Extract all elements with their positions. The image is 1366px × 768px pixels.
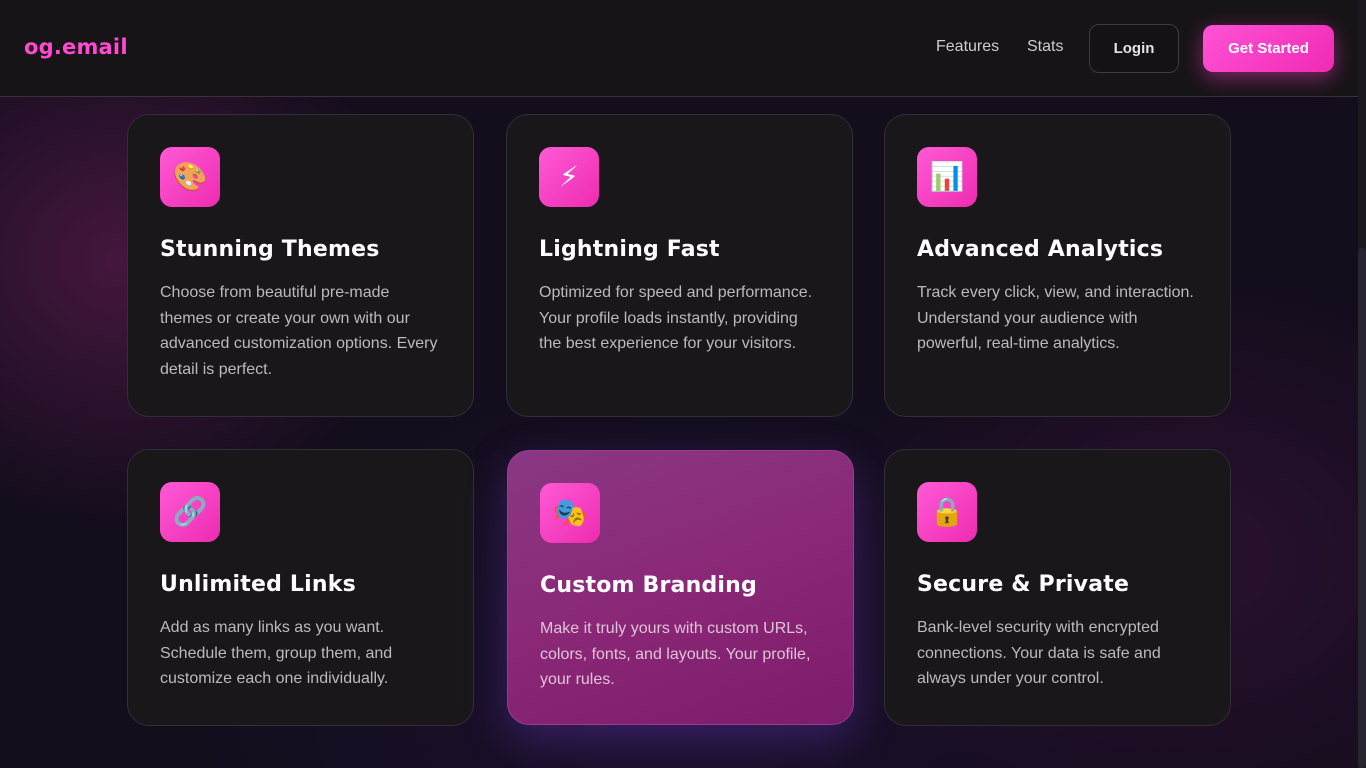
lightning-icon: ⚡	[539, 147, 599, 207]
feature-title: Stunning Themes	[160, 237, 380, 262]
feature-title: Custom Branding	[540, 573, 757, 598]
page-scrollbar[interactable]	[1358, 0, 1366, 768]
feature-card-speed: ⚡ Lightning Fast Optimized for speed and…	[506, 114, 853, 417]
feature-card-themes: 🎨 Stunning Themes Choose from beautiful …	[127, 114, 474, 417]
top-navbar: og.email Features Stats Login Get Starte…	[0, 0, 1358, 97]
link-icon: 🔗	[160, 482, 220, 542]
feature-card-analytics: 📊 Advanced Analytics Track every click, …	[884, 114, 1231, 417]
feature-card-links: 🔗 Unlimited Links Add as many links as y…	[127, 449, 474, 726]
feature-card-security: 🔒 Secure & Private Bank-level security w…	[884, 449, 1231, 726]
feature-title: Unlimited Links	[160, 572, 356, 597]
get-started-button[interactable]: Get Started	[1203, 25, 1334, 72]
feature-description: Add as many links as you want. Schedule …	[160, 619, 393, 688]
scrollbar-thumb[interactable]	[1358, 248, 1366, 768]
feature-title: Advanced Analytics	[917, 237, 1164, 262]
lock-icon: 🔒	[917, 482, 977, 542]
nav-link-features[interactable]: Features	[936, 38, 999, 56]
feature-card-branding[interactable]: 🎭 Custom Branding Make it truly yours wi…	[507, 450, 854, 725]
feature-title: Secure & Private	[917, 572, 1130, 597]
login-button[interactable]: Login	[1089, 24, 1179, 73]
feature-description: Optimized for speed and performance. You…	[539, 284, 813, 353]
feature-title: Lightning Fast	[539, 237, 720, 262]
feature-description: Bank-level security with encrypted conne…	[917, 619, 1161, 688]
logo[interactable]: og.email	[24, 35, 128, 59]
nav-link-stats[interactable]: Stats	[1027, 38, 1063, 56]
bar-chart-icon: 📊	[917, 147, 977, 207]
feature-description: Make it truly yours with custom URLs, co…	[540, 620, 811, 689]
theater-masks-icon: 🎭	[540, 483, 600, 543]
feature-description: Track every click, view, and interaction…	[917, 284, 1194, 353]
palette-icon: 🎨	[160, 147, 220, 207]
feature-description: Choose from beautiful pre-made themes or…	[160, 284, 438, 378]
